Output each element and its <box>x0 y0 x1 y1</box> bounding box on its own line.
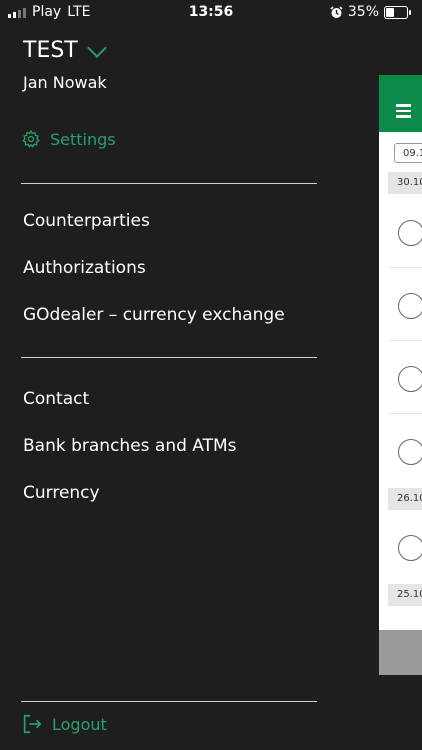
battery-fill <box>386 7 394 17</box>
item-radio-icon[interactable] <box>398 439 422 465</box>
date-group-header: 30.10. <box>388 172 422 194</box>
app-bar <box>379 75 422 132</box>
divider <box>21 357 317 358</box>
logout-button[interactable]: Logout <box>21 713 107 735</box>
menu-item-currency[interactable]: Currency <box>23 483 100 503</box>
logout-label: Logout <box>52 714 107 734</box>
menu-item-counterparties[interactable]: Counterparties <box>23 211 150 231</box>
company-selector[interactable]: TEST <box>23 37 107 63</box>
item-radio-icon[interactable] <box>398 220 422 246</box>
list-separator <box>389 413 422 414</box>
date-group-header: 25.10. <box>388 584 422 606</box>
date-group-header: 26.10. <box>388 488 422 510</box>
battery-icon <box>384 5 411 19</box>
menu-item-bank-branches[interactable]: Bank branches and ATMs <box>23 436 237 456</box>
logout-icon <box>23 714 42 734</box>
company-name: TEST <box>23 38 78 63</box>
bottom-overlay <box>379 630 422 675</box>
hamburger-menu-icon[interactable] <box>396 104 411 121</box>
divider <box>21 701 317 702</box>
list-separator <box>389 267 422 268</box>
gear-icon <box>22 129 40 148</box>
divider <box>21 183 317 184</box>
list-separator <box>389 340 422 341</box>
menu-item-contact[interactable]: Contact <box>23 389 89 409</box>
chevron-down-icon <box>86 37 107 58</box>
item-radio-icon[interactable] <box>398 293 422 319</box>
user-name: Jan Nowak <box>23 73 107 92</box>
main-screen-peek[interactable]: 09.1 30.10. 26.10. 25.10. <box>379 75 422 675</box>
item-radio-icon[interactable] <box>398 366 422 392</box>
date-filter-input[interactable]: 09.1 <box>394 143 422 163</box>
item-radio-icon[interactable] <box>398 535 422 561</box>
settings-label: Settings <box>50 129 116 149</box>
settings-link[interactable]: Settings <box>21 129 116 149</box>
menu-item-godealer[interactable]: GOdealer – currency exchange <box>23 305 285 325</box>
navigation-drawer: TEST Jan Nowak Settings Counterparties A… <box>0 0 380 750</box>
menu-item-authorizations[interactable]: Authorizations <box>23 258 146 278</box>
